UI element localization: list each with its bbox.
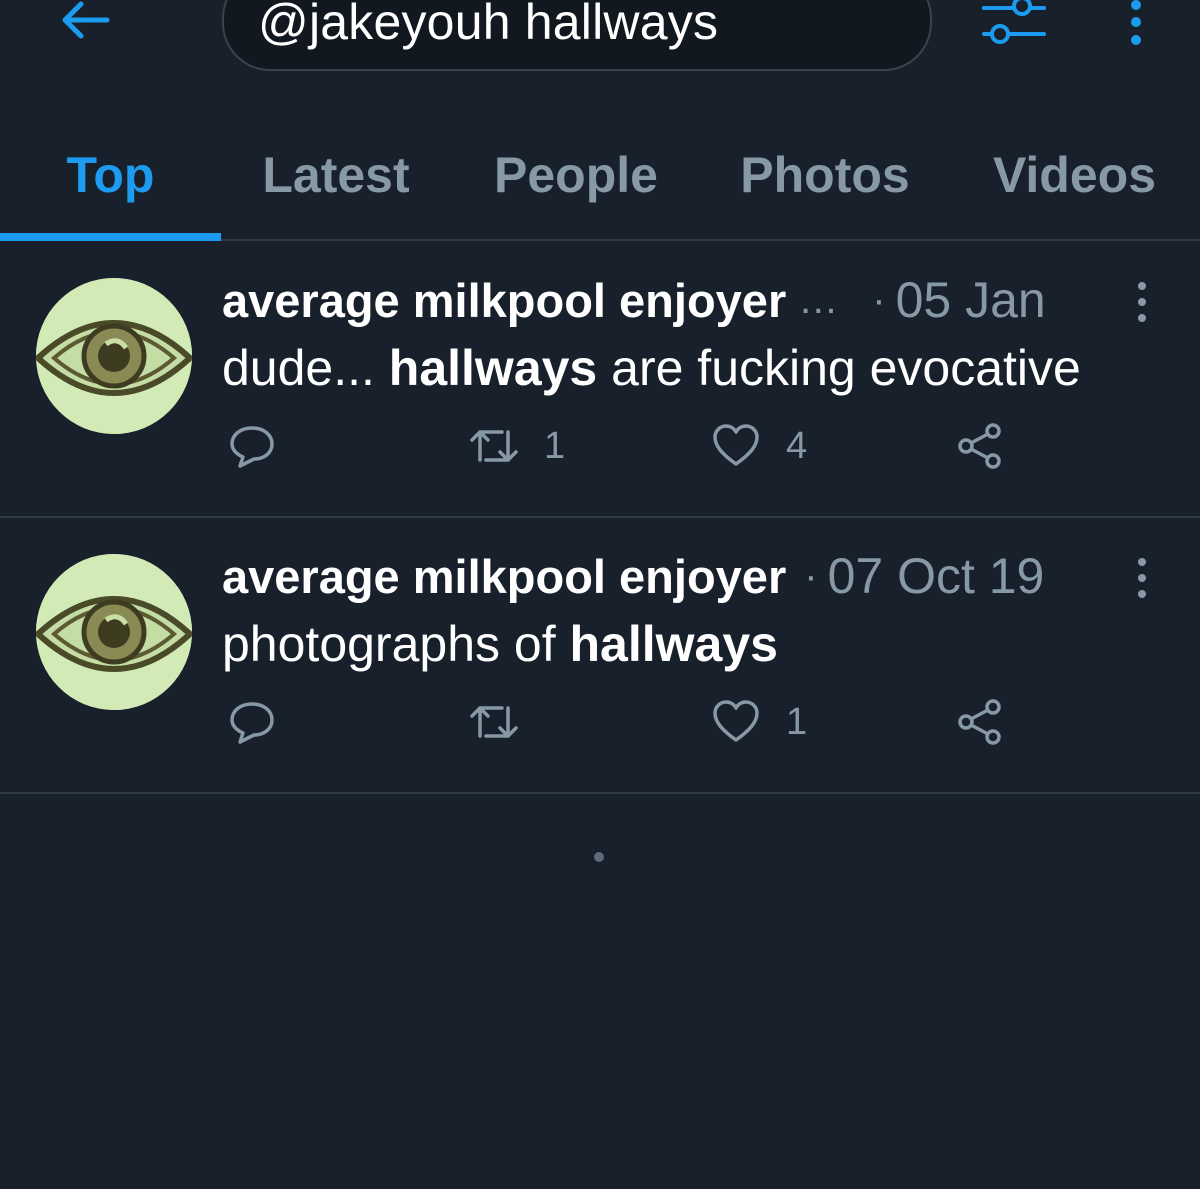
reply-icon [230,702,274,744]
like-heart-icon [713,424,759,466]
search-query-text: @jakeyouh hallways [258,0,719,50]
tweet-actions: 1 [0,694,1200,750]
more-vertical-icon [1131,0,1141,45]
tweet-item[interactable]: average milkpool enjoyer · 07 Oct 19 pho… [0,518,1200,794]
tweet-header: average milkpool enjoyer … · 05 Jan [222,270,1046,330]
tweet-menu-button[interactable] [1128,556,1156,600]
tweet-text: dude... hallways are fucking evocative [222,338,1081,398]
retweet-button[interactable]: 1 [468,418,565,474]
tab-videos[interactable]: Videos [949,110,1200,240]
tweet-timestamp: 07 Oct 19 [827,548,1045,604]
tweet-actions: 1 4 [0,418,1200,474]
more-vertical-icon [1138,558,1146,598]
reply-button[interactable] [228,694,276,750]
retweet-count: 1 [544,424,566,467]
header-separator: · [872,277,886,322]
tweet-text-part: photographs of [222,616,570,672]
tweet-text-highlight: hallways [388,340,598,396]
retweet-button[interactable] [468,694,520,750]
like-count: 4 [786,424,808,467]
tweet-text-highlight: hallways [569,616,778,672]
like-heart-icon [713,700,759,742]
name-truncation: … [798,277,839,322]
tweet-text-part: are fucking evocative [597,340,1081,396]
author-name[interactable]: average milkpool enjoyer [222,549,786,604]
tweet-text: photographs of hallways [222,614,778,674]
search-tabs: Top Latest People Photos Videos [0,110,1200,241]
retweet-icon [470,430,518,462]
share-icon [958,423,1001,469]
tab-photos[interactable]: Photos [701,110,949,240]
avatar[interactable] [36,278,192,434]
more-vertical-icon [1138,282,1146,322]
loading-indicator [594,852,604,862]
tab-top[interactable]: Top [0,110,221,240]
author-name[interactable]: average milkpool enjoyer [222,273,786,328]
tweet-item[interactable]: average milkpool enjoyer … · 05 Jan dude… [0,242,1200,518]
share-button[interactable] [956,694,1004,750]
retweet-icon [470,706,518,738]
avatar-eye-icon [36,554,192,710]
back-button[interactable] [48,0,118,46]
top-app-bar: @jakeyouh hallways [0,0,1200,100]
share-button[interactable] [956,418,1004,474]
tweet-header: average milkpool enjoyer · 07 Oct 19 [222,546,1044,606]
tab-people[interactable]: People [451,110,701,240]
share-icon [958,699,1001,745]
tweet-menu-button[interactable] [1128,280,1156,324]
header-separator: · [804,553,818,598]
tweet-text-part: dude... [222,340,389,396]
back-arrow-icon [62,1,110,39]
filter-sliders-icon [982,0,1046,44]
search-input[interactable]: @jakeyouh hallways [222,0,932,71]
tweet-timestamp: 05 Jan [895,272,1046,328]
reply-icon [230,426,274,468]
tab-latest[interactable]: Latest [221,110,451,240]
active-tab-indicator [0,233,221,241]
like-button[interactable]: 1 [712,694,807,750]
overflow-menu-button[interactable] [1116,0,1156,48]
search-results-screen: @jakeyouh hallways Top Latest People Pho… [0,0,1200,1189]
like-count: 1 [786,700,808,743]
avatar-eye-icon [36,278,192,434]
like-button[interactable]: 4 [712,418,807,474]
avatar[interactable] [36,554,192,710]
reply-button[interactable] [228,418,276,474]
search-filter-button[interactable] [978,0,1050,48]
